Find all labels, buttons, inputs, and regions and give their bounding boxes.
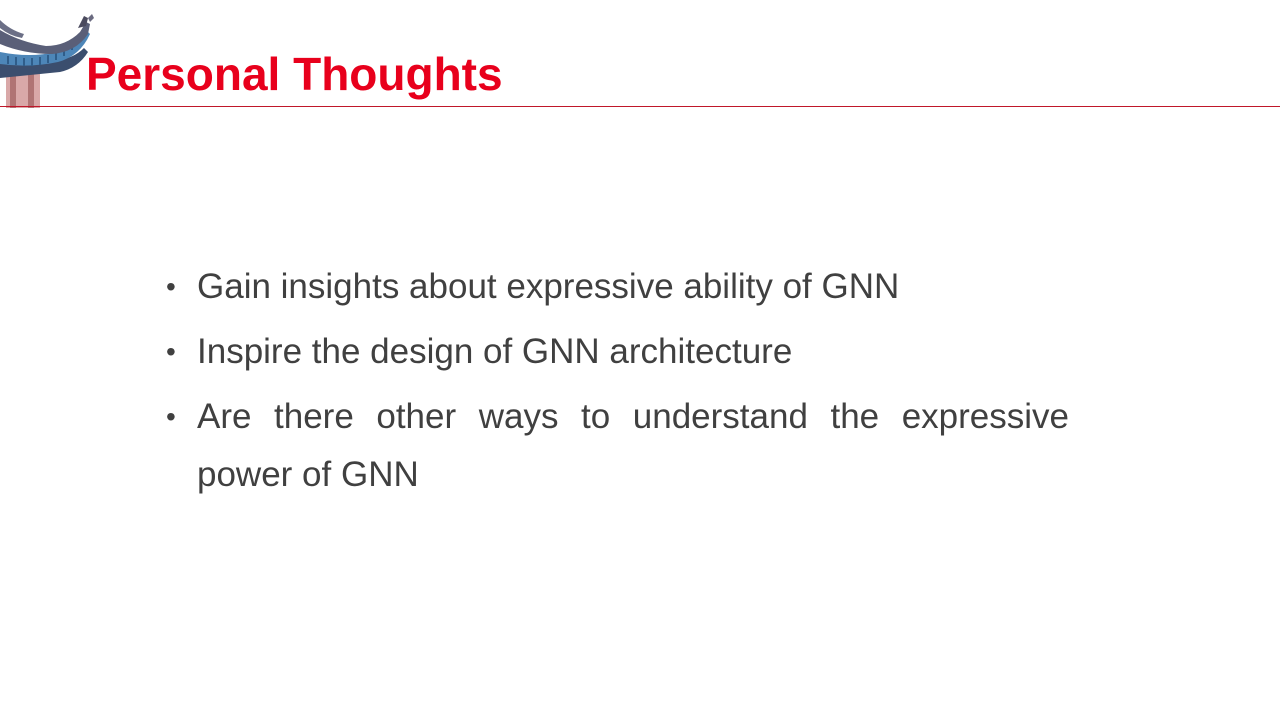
bullet-icon: • (166, 401, 176, 432)
bullet-text: Are there other ways to understand the e… (197, 397, 1069, 494)
slide: Personal Thoughts • Gain insights about … (0, 0, 1280, 720)
bullet-item: • Gain insights about expressive ability… (166, 258, 1069, 316)
roof-tip-ornament (88, 14, 94, 22)
bullet-icon: • (166, 336, 176, 367)
pillar-post (28, 74, 34, 108)
bullet-icon: • (166, 271, 176, 302)
bullet-list: • Gain insights about expressive ability… (166, 258, 1069, 511)
pillar-post (10, 74, 16, 108)
bullet-item: • Inspire the design of GNN architecture (166, 323, 1069, 381)
pagoda-roof-icon (0, 14, 94, 108)
slide-title: Personal Thoughts (86, 48, 503, 100)
bullet-text: Inspire the design of GNN architecture (197, 332, 793, 371)
bullet-item: • Are there other ways to understand the… (166, 388, 1069, 504)
title-divider (0, 106, 1280, 107)
bullet-text: Gain insights about expressive ability o… (197, 267, 900, 306)
